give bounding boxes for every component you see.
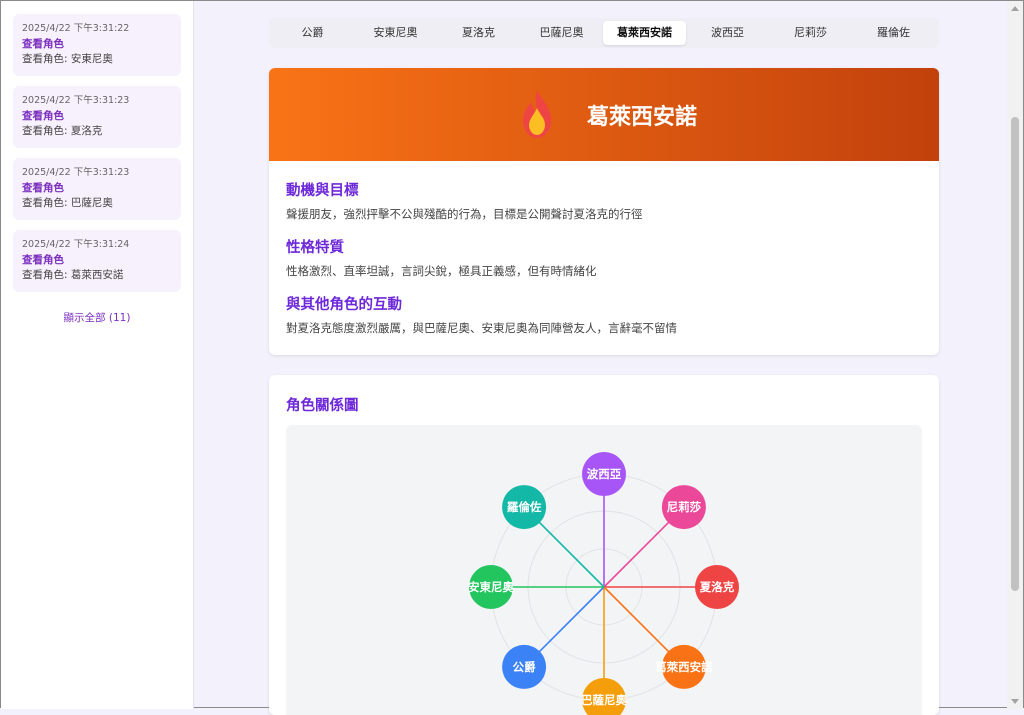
history-detail: 查看角色: 巴薩尼奧: [22, 197, 113, 209]
history-detail: 查看角色: 葛萊西安諾: [22, 269, 124, 281]
character-profile-card: 葛萊西安諾 動機與目標 聲援朋友，強烈抨擊不公與殘酷的行為，目標是公開聲討夏洛克…: [269, 68, 939, 355]
motivation-text: 聲援朋友，強烈抨擊不公與殘酷的行為，目標是公開聲討夏洛克的行徑: [286, 207, 643, 221]
tab-nerissa[interactable]: 尼莉莎: [769, 21, 852, 45]
relation-node-label: 夏洛克: [700, 580, 735, 594]
relationship-card: 角色關係圖 波西亞尼莉莎夏洛克葛萊西安諾巴薩尼奧 公爵 安東尼奧 羅倫佐: [269, 375, 939, 715]
relation-node-label: 安東尼奧: [468, 580, 514, 594]
interaction-heading: 與其他角色的互動: [286, 297, 402, 313]
relation-node[interactable]: 巴薩尼奧: [581, 678, 627, 715]
personality-heading: 性格特質: [286, 240, 344, 256]
history-action: 查看角色: [22, 110, 64, 122]
personality-text: 性格激烈、直率坦誠，言詞尖銳，極具正義感，但有時情緒化: [286, 264, 597, 278]
relation-node[interactable]: 尼莉莎: [661, 485, 706, 530]
history-action: 查看角色: [22, 254, 64, 266]
history-time: 2025/4/22 下午3:31:22: [22, 23, 130, 34]
history-time: 2025/4/22 下午3:31:24: [22, 239, 130, 250]
tab-gratiano[interactable]: 葛萊西安諾: [603, 21, 686, 45]
main-content: 公爵 安東尼奧 夏洛克 巴薩尼奧 葛萊西安諾 波西亞 尼莉莎 羅倫佐 葛萊西安諾…: [194, 1, 1007, 715]
relationship-graph: 波西亞尼莉莎夏洛克葛萊西安諾巴薩尼奧 公爵 安東尼奧 羅倫佐: [468, 452, 739, 715]
history-action: 查看角色: [22, 182, 64, 194]
history-item[interactable]: 2025/4/22 下午3:31:23 查看角色 查看角色: 夏洛克: [13, 86, 181, 148]
history-item[interactable]: 2025/4/22 下午3:31:22 查看角色 查看角色: 安東尼奧: [13, 14, 181, 76]
history-item[interactable]: 2025/4/22 下午3:31:23 查看角色 查看角色: 巴薩尼奧: [13, 158, 181, 220]
tab-antonio[interactable]: 安東尼奧: [354, 21, 437, 45]
flame-icon: [523, 90, 551, 138]
character-tabs: 公爵 安東尼奧 夏洛克 巴薩尼奧 葛萊西安諾 波西亞 尼莉莎 羅倫佐: [269, 18, 939, 48]
relation-node[interactable]: 波西亞: [582, 452, 626, 496]
relation-node[interactable]: 葛萊西安諾: [654, 644, 713, 689]
relation-node-label: 巴薩尼奧: [581, 693, 627, 707]
relation-node-label: 葛萊西安諾: [654, 660, 713, 674]
history-time: 2025/4/22 下午3:31:23: [22, 167, 130, 178]
tab-portia[interactable]: 波西亞: [686, 21, 769, 45]
scroll-up-arrow-icon[interactable]: [1011, 6, 1019, 11]
relation-node[interactable]: 安東尼奧: [468, 565, 514, 609]
page-scrollbar[interactable]: [1007, 1, 1023, 709]
relation-node-label: 羅倫佐: [507, 500, 542, 514]
relation-node[interactable]: 夏洛克: [695, 565, 739, 609]
show-all-link[interactable]: 顯示全部 (11): [13, 310, 181, 325]
history-sidebar: 2025/4/22 下午3:31:22 查看角色 查看角色: 安東尼奧 2025…: [1, 1, 194, 709]
relation-node[interactable]: 羅倫佐: [502, 485, 547, 530]
relation-node[interactable]: 公爵: [502, 644, 547, 689]
history-detail: 查看角色: 安東尼奧: [22, 53, 113, 65]
history-time: 2025/4/22 下午3:31:23: [22, 95, 130, 106]
relationship-title: 角色關係圖: [286, 398, 359, 414]
character-name: 葛萊西安諾: [587, 105, 698, 130]
motivation-heading: 動機與目標: [286, 183, 359, 199]
tab-lorenzo[interactable]: 羅倫佐: [852, 21, 935, 45]
interaction-text: 對夏洛克態度激烈嚴厲，與巴薩尼奧、安東尼奧為同陣營友人，言辭毫不留情: [286, 321, 677, 335]
history-detail: 查看角色: 夏洛克: [22, 125, 103, 137]
relation-node-label: 尼莉莎: [667, 500, 702, 514]
tab-duke[interactable]: 公爵: [271, 21, 354, 45]
history-item[interactable]: 2025/4/22 下午3:31:24 查看角色 查看角色: 葛萊西安諾: [13, 230, 181, 292]
relation-node-label: 公爵: [513, 660, 536, 674]
scroll-down-arrow-icon[interactable]: [1011, 699, 1019, 704]
tab-shylock[interactable]: 夏洛克: [437, 21, 520, 45]
relationship-graph-area: 波西亞尼莉莎夏洛克葛萊西安諾巴薩尼奧 公爵 安東尼奧 羅倫佐: [286, 425, 922, 715]
scroll-thumb[interactable]: [1011, 117, 1019, 591]
tab-bassanio[interactable]: 巴薩尼奧: [520, 21, 603, 45]
history-action: 查看角色: [22, 38, 64, 50]
profile-header: 葛萊西安諾: [269, 68, 939, 161]
relation-node-label: 波西亞: [587, 467, 622, 481]
